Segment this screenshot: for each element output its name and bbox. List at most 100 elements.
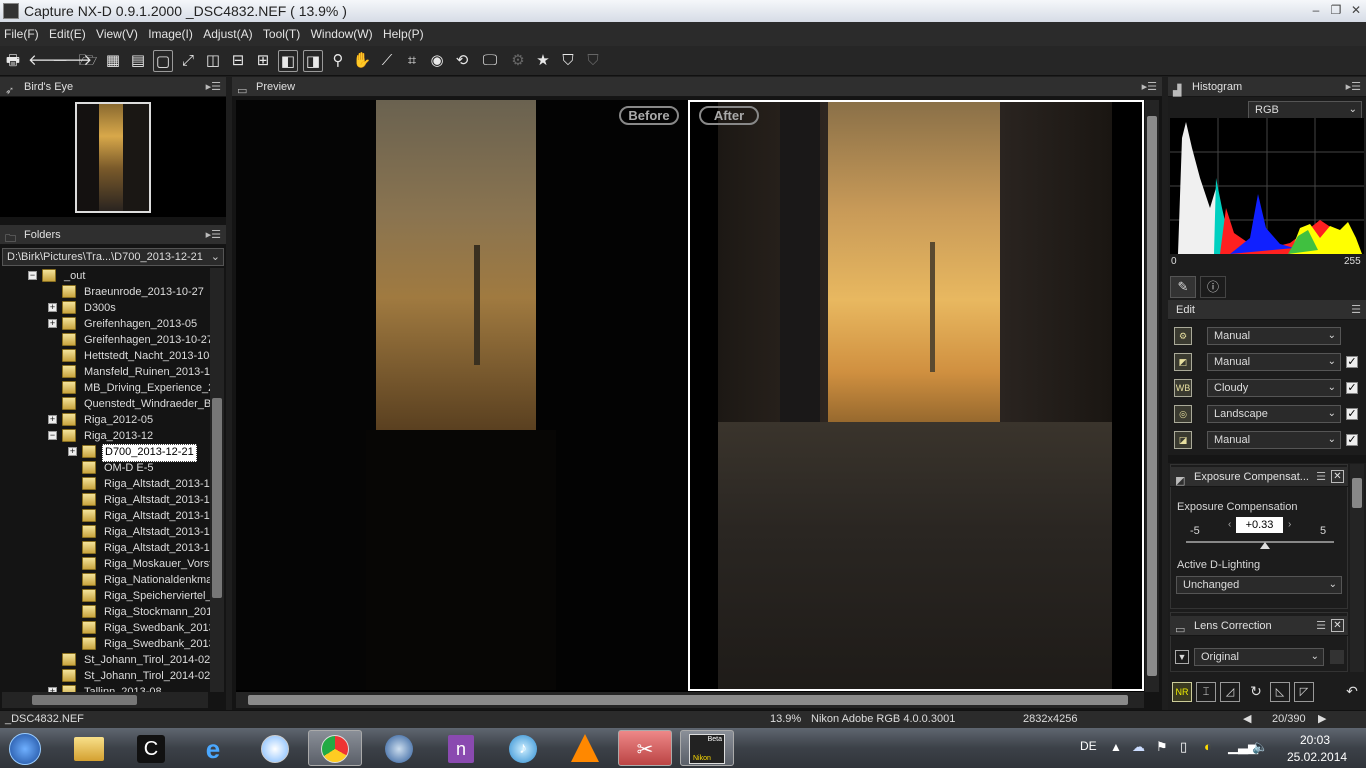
edit-row-4-checkbox[interactable]: ✓ [1346, 408, 1358, 420]
after-image[interactable] [688, 100, 1144, 691]
compare-vertical-icon[interactable]: ⊟ [228, 50, 248, 72]
preview-vscroll[interactable] [1145, 100, 1159, 692]
panel-menu-icon[interactable]: ▸☰ [206, 225, 221, 245]
back-arrow-icon[interactable]: 🡐 [28, 50, 68, 72]
gradient-tool-icon[interactable]: ◸ [1294, 682, 1314, 702]
edit-row-2-select[interactable]: Manual ⌄ [1207, 353, 1341, 371]
adl-select[interactable]: Unchanged ⌄ [1176, 576, 1342, 594]
collapse-icon[interactable]: ▼ [1175, 650, 1189, 664]
tray-cloud-icon[interactable]: ☁ [1132, 739, 1145, 755]
filmstrip-icon[interactable]: ▤ [128, 50, 148, 72]
expand-icon[interactable]: + [48, 319, 57, 328]
monitor-icon[interactable]: 🖵 [480, 50, 500, 72]
birds-eye-thumbnail[interactable] [75, 102, 151, 213]
panel-menu-icon[interactable]: ▸☰ [206, 77, 221, 97]
menu-edit[interactable]: Edit(E) [49, 27, 86, 41]
vlc-icon[interactable] [558, 730, 612, 766]
menu-adjust[interactable]: Adjust(A) [203, 27, 252, 41]
collapse-icon[interactable]: − [48, 431, 57, 440]
before-after-split-icon[interactable]: ◨ [303, 50, 323, 72]
crop-icon[interactable]: ⌗ [402, 50, 422, 72]
panel-menu-icon[interactable]: ▸☰ [1142, 77, 1157, 97]
edit-vscroll[interactable] [1350, 464, 1364, 672]
forward-arrow-icon[interactable]: 🡒 [52, 50, 92, 72]
menu-tool[interactable]: Tool(T) [263, 27, 300, 41]
internet-explorer-icon[interactable]: e [186, 730, 240, 766]
straighten-tool-icon[interactable]: ◺ [1270, 682, 1290, 702]
curves-tool-icon[interactable]: ◿ [1220, 682, 1240, 702]
decrement-icon[interactable]: ‹ [1228, 519, 1231, 530]
language-indicator[interactable]: DE [1080, 739, 1097, 753]
prev-image-icon[interactable]: ◀ [1243, 711, 1251, 728]
edit-row-4-select[interactable]: Landscape ⌄ [1207, 405, 1341, 423]
lens-select[interactable]: Original ⌄ [1194, 648, 1324, 666]
rotate-tool-icon[interactable]: ↻ [1246, 682, 1266, 702]
close-icon[interactable]: ✕ [1331, 470, 1344, 483]
print-icon[interactable]: 🖶 [3, 50, 23, 72]
tray-device-icon[interactable]: ▯ [1180, 739, 1187, 755]
menu-help[interactable]: Help(P) [383, 27, 424, 41]
panel-menu-icon[interactable]: ▸☰ [1346, 77, 1361, 97]
menu-view[interactable]: View(V) [96, 27, 138, 41]
minimize-button[interactable]: ‒ [1306, 2, 1326, 18]
straighten-icon[interactable]: ⟋ [377, 50, 397, 72]
before-after-icon[interactable]: ◧ [278, 50, 298, 72]
compare-split-icon[interactable]: ⊞ [253, 50, 273, 72]
chrome-icon[interactable] [308, 730, 362, 766]
tray-expand-icon[interactable]: ▲ [1110, 740, 1122, 754]
zoom-icon[interactable]: ⚲ [328, 50, 348, 72]
menu-file[interactable]: File(F) [4, 27, 39, 41]
menu-window[interactable]: Window(W) [311, 27, 373, 41]
histogram-channel-select[interactable]: RGB ⌄ [1248, 101, 1362, 119]
tray-power-icon[interactable]: ◐ [1204, 739, 1212, 754]
start-orb-icon[interactable] [0, 730, 50, 766]
panel-menu-icon[interactable]: ☰ [1316, 467, 1326, 487]
capture-nx-icon[interactable]: ✂ [618, 730, 672, 766]
panel-menu-icon[interactable]: ☰ [1316, 616, 1326, 636]
star-icon[interactable]: ★ [533, 50, 553, 72]
edit-row-3-select[interactable]: Cloudy ⌄ [1207, 379, 1341, 397]
expand-icon[interactable]: + [68, 447, 77, 456]
clock-date[interactable]: 25.02.2014 [1287, 750, 1347, 764]
lens-checkbox[interactable] [1330, 650, 1344, 664]
levels-tool-icon[interactable]: ⌶ [1196, 682, 1216, 702]
itunes-icon[interactable]: ♪ [496, 730, 550, 766]
thumbnail-grid-icon[interactable]: ▦ [103, 50, 123, 72]
app-icon-button[interactable]: ◉ [427, 50, 447, 72]
expand-icon[interactable]: + [48, 303, 57, 312]
increment-icon[interactable]: › [1288, 519, 1291, 530]
edit-tab-icon[interactable]: ✎ [1170, 276, 1196, 298]
clock-time[interactable]: 20:03 [1300, 733, 1330, 747]
tray-volume-icon[interactable]: 🔈 [1252, 739, 1268, 755]
onenote-icon[interactable]: n [434, 730, 488, 766]
edit-row-3-checkbox[interactable]: ✓ [1346, 382, 1358, 394]
explorer-icon[interactable] [62, 730, 116, 766]
safari-icon[interactable] [248, 730, 302, 766]
exposure-slider-handle[interactable] [1260, 542, 1270, 549]
panel-menu-icon[interactable]: ☰ [1351, 300, 1361, 320]
compare-two-icon[interactable]: ◫ [203, 50, 223, 72]
restore-button[interactable]: ❐ [1326, 2, 1346, 18]
folder-path-select[interactable]: D:\Birk\Pictures\Tra...\D700_2013-12-21 … [2, 248, 224, 266]
edit-row-2-checkbox[interactable]: ✓ [1346, 356, 1358, 368]
info-tab-icon[interactable]: ⓘ [1200, 276, 1226, 298]
undo-icon[interactable]: ↶ [1342, 682, 1362, 702]
app-c-icon[interactable]: C [124, 730, 178, 766]
exposure-value-field[interactable]: +0.33 [1236, 517, 1283, 533]
before-image[interactable] [236, 100, 688, 690]
thunderbird-icon[interactable] [372, 730, 426, 766]
rotate-icon[interactable]: ⟲ [452, 50, 472, 72]
hand-tool-icon[interactable]: ✋ [352, 50, 372, 72]
open-folder-icon[interactable]: 🗁 [78, 50, 98, 72]
single-view-icon[interactable]: ▢ [153, 50, 173, 72]
collapse-icon[interactable]: − [28, 271, 37, 280]
preview-hscroll[interactable] [236, 692, 1144, 708]
folder-tree-hscroll[interactable] [2, 692, 208, 708]
expand-icon[interactable]: + [48, 415, 57, 424]
filter-icon[interactable]: ⛉ [558, 50, 578, 72]
fullscreen-icon[interactable]: ⤢ [178, 50, 198, 72]
nr-tool-icon[interactable]: NR [1172, 682, 1192, 702]
edit-row-5-checkbox[interactable]: ✓ [1346, 434, 1358, 446]
close-icon[interactable]: ✕ [1331, 619, 1344, 632]
capture-nx-d-beta-icon[interactable]: Beta Nikon [680, 730, 734, 766]
